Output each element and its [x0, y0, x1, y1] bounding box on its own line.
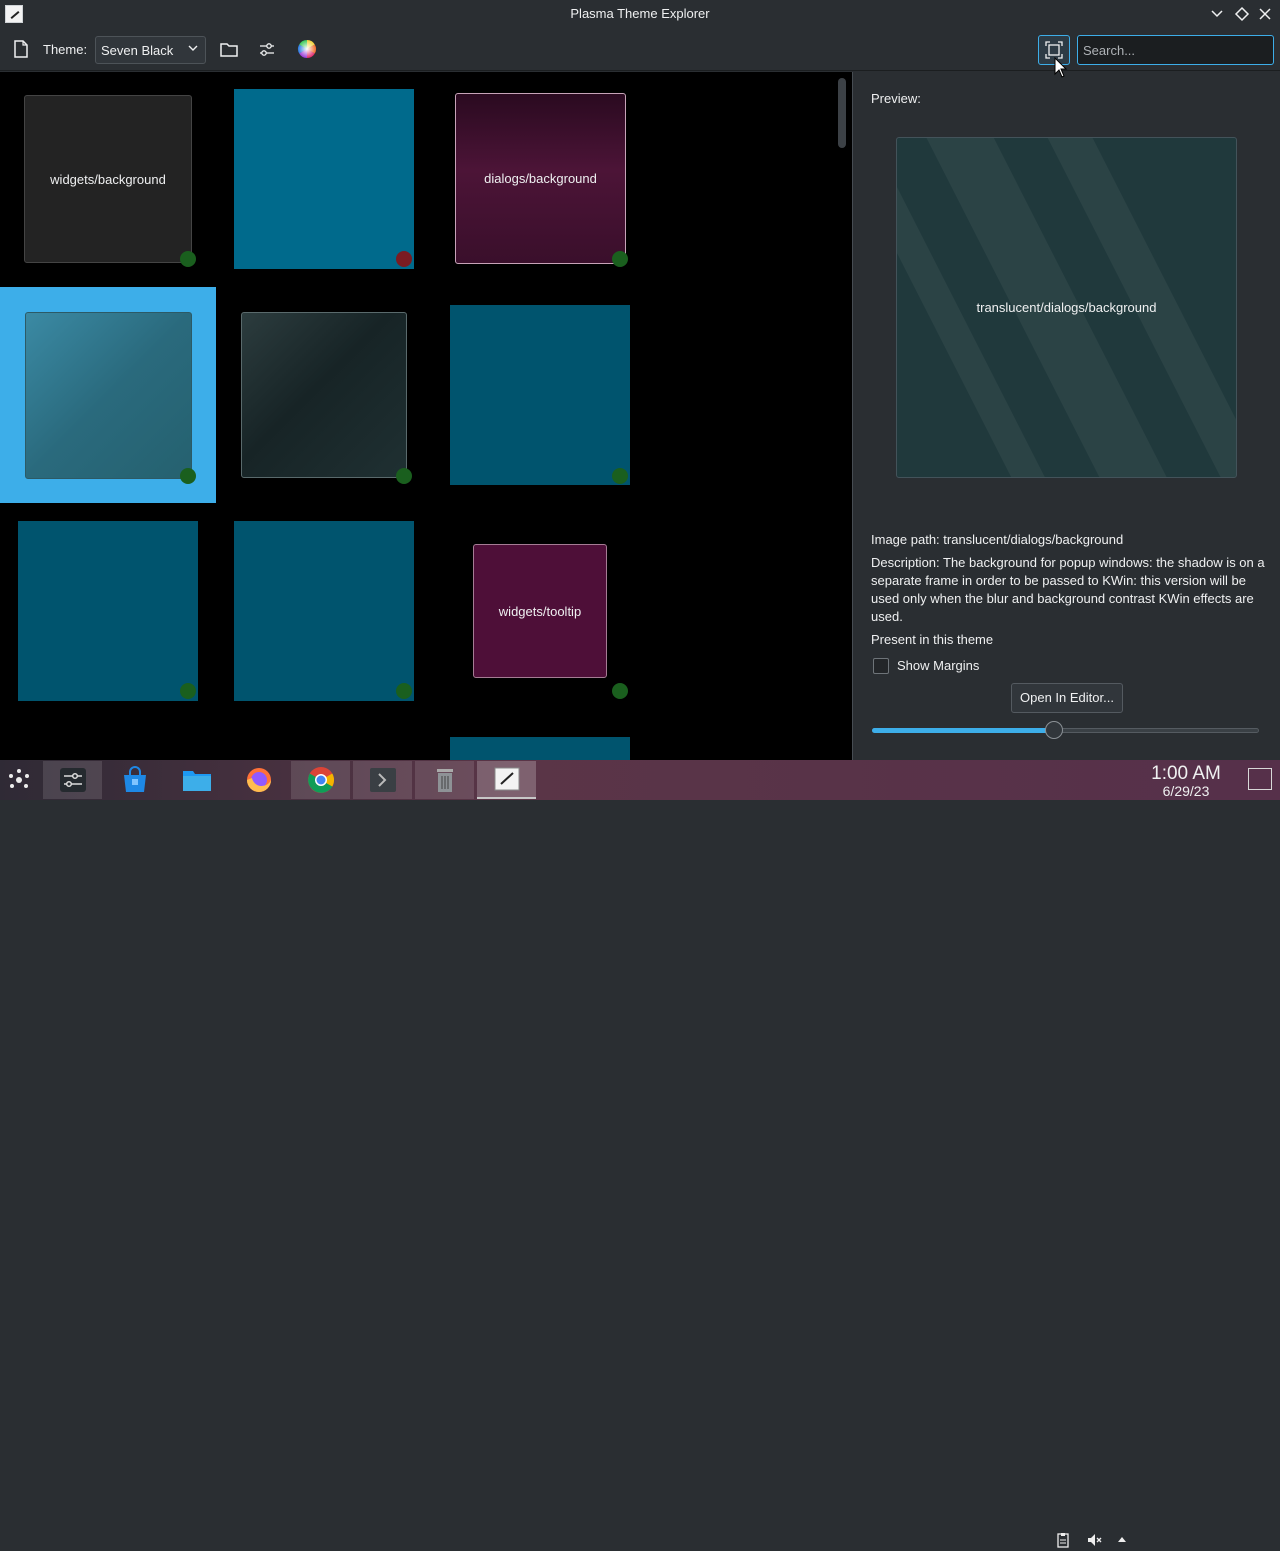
tile-label: widgets/background — [50, 171, 166, 187]
zoom-slider-handle[interactable] — [1044, 721, 1063, 739]
toolbar: Theme: Seven Black — [0, 28, 1280, 71]
tile-label: dialogs/background — [484, 171, 597, 186]
maximize-icon[interactable] — [1233, 5, 1251, 23]
open-folder-icon[interactable] — [219, 39, 239, 59]
theme-tile[interactable] — [450, 737, 630, 760]
plasma-theme-explorer-icon[interactable] — [477, 761, 536, 799]
clock-date[interactable]: 6/29/23 — [1140, 783, 1232, 799]
status-present-icon — [180, 468, 196, 484]
image-path-text: Image path: translucent/dialogs/backgrou… — [871, 532, 1124, 547]
theme-tile[interactable] — [234, 521, 414, 701]
theme-elements-grid[interactable]: widgets/background dialogs/background wi… — [0, 72, 852, 760]
presence-text: Present in this theme — [871, 632, 994, 647]
status-present-icon — [180, 251, 196, 267]
show-margins-label: Show Margins — [897, 658, 980, 673]
app-launcher-icon[interactable] — [0, 761, 38, 799]
status-present-icon — [396, 468, 412, 484]
chevron-down-icon — [187, 42, 199, 57]
status-present-icon — [612, 683, 628, 699]
taskbar — [0, 760, 1280, 1548]
theme-select-value: Seven Black — [101, 43, 174, 58]
theme-label: Theme: — [43, 42, 88, 57]
clipboard-icon[interactable] — [1055, 1532, 1071, 1548]
settings-sliders-icon[interactable] — [257, 39, 277, 59]
search-input[interactable] — [1077, 35, 1274, 65]
show-desktop-button[interactable] — [1248, 768, 1272, 790]
preview-pane: Preview: translucent/dialogs/background … — [854, 72, 1280, 760]
title-bar: Plasma Theme Explorer — [0, 0, 1280, 28]
discover-icon[interactable] — [105, 761, 164, 799]
theme-tile[interactable]: widgets/background — [24, 95, 192, 263]
status-present-icon — [612, 251, 628, 267]
dolphin-icon[interactable] — [167, 761, 226, 799]
theme-tile[interactable] — [25, 312, 192, 479]
status-missing-icon — [396, 251, 412, 267]
minimize-icon[interactable] — [1208, 5, 1226, 23]
open-in-editor-button[interactable]: Open In Editor... — [1011, 683, 1123, 713]
description-text: Description: The background for popup wi… — [871, 555, 1265, 624]
mouse-cursor-icon — [1054, 56, 1068, 82]
theme-tile[interactable] — [18, 521, 198, 701]
status-present-icon — [396, 683, 412, 699]
firefox-icon[interactable] — [229, 761, 288, 799]
close-icon[interactable] — [1256, 5, 1274, 23]
system-settings-icon[interactable] — [43, 761, 102, 799]
preview-image: translucent/dialogs/background — [896, 137, 1237, 478]
theme-tile[interactable]: widgets/tooltip — [473, 544, 607, 678]
chrome-icon[interactable] — [291, 761, 350, 799]
clock-time[interactable]: 1:00 AM — [1140, 763, 1232, 785]
theme-tile[interactable]: dialogs/background — [455, 93, 626, 264]
window-title: Plasma Theme Explorer — [570, 6, 710, 21]
preview-element-name: translucent/dialogs/background — [976, 300, 1157, 315]
theme-tile[interactable] — [234, 89, 414, 269]
status-present-icon — [180, 683, 196, 699]
theme-tile[interactable] — [241, 312, 407, 478]
status-present-icon — [612, 468, 628, 484]
grid-scrollbar[interactable] — [838, 78, 846, 148]
tile-label: widgets/tooltip — [498, 603, 582, 619]
konsole-icon[interactable] — [353, 761, 412, 799]
trash-icon[interactable] — [415, 761, 474, 799]
new-document-icon[interactable] — [11, 39, 31, 59]
preview-heading: Preview: — [871, 91, 921, 106]
color-scheme-icon[interactable] — [297, 39, 317, 59]
show-margins-checkbox[interactable] — [873, 658, 889, 674]
theme-tile[interactable] — [450, 305, 630, 485]
theme-select[interactable]: Seven Black — [95, 36, 206, 64]
tray-expand-icon[interactable] — [1114, 1532, 1130, 1548]
zoom-slider-fill — [872, 728, 1054, 733]
volume-muted-icon[interactable] — [1086, 1532, 1102, 1548]
